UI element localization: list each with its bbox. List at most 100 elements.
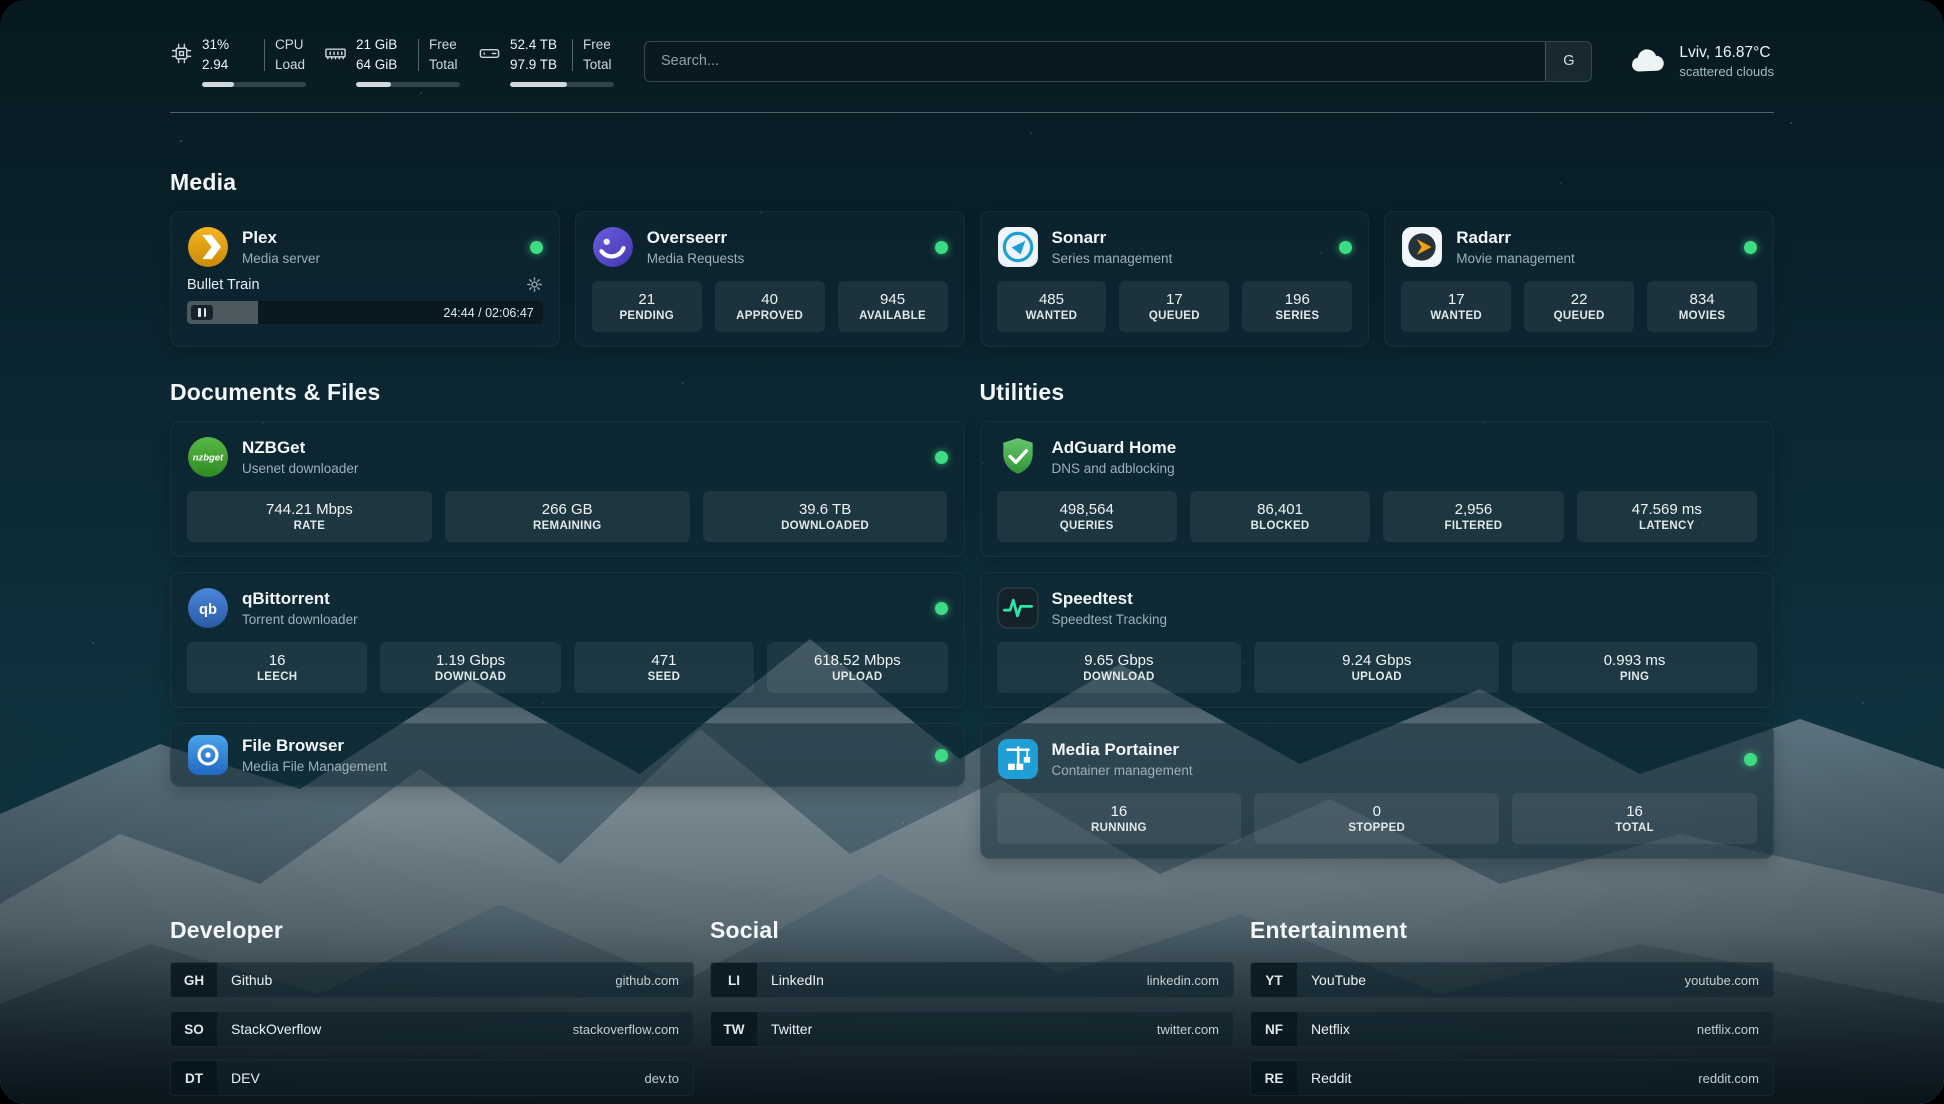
top-bar: 31% 2.94 CPU Load [170, 34, 1774, 88]
app-card-qbittorrent[interactable]: qb qBittorrent Torrent downloader [170, 572, 965, 708]
filebrowser-icon [187, 734, 229, 776]
bookmark-netflix[interactable]: NF Netflix netflix.com [1250, 1011, 1774, 1047]
system-metrics: 31% 2.94 CPU Load [170, 35, 614, 86]
bookmark-name: Netflix [1311, 1021, 1350, 1037]
stat-label: QUERIES [1060, 520, 1114, 532]
search-bar[interactable]: G [644, 41, 1592, 82]
overseerr-icon [592, 226, 634, 268]
stat-upload: 618.52 Mbps UPLOAD [767, 642, 947, 693]
search-input[interactable] [645, 42, 1545, 81]
status-online-dot [935, 602, 948, 615]
bookmark-abbr: YT [1251, 963, 1297, 997]
stat-label: UPLOAD [832, 671, 882, 683]
bookmark-url: github.com [615, 973, 679, 988]
stat-remaining: 266 GB REMAINING [445, 491, 690, 542]
bookmark-abbr: SO [171, 1012, 217, 1046]
app-card-nzbget[interactable]: nzbget NZBGet Usenet downloader 74 [170, 421, 965, 557]
stat-approved: 40 APPROVED [715, 281, 825, 332]
stat-label: LEECH [257, 671, 297, 683]
app-card-sonarr[interactable]: Sonarr Series management 485 WANTED 17 Q… [980, 211, 1370, 347]
bookmark-name: DEV [231, 1070, 260, 1086]
cpu-usage-bar-fill [202, 82, 234, 87]
stat-value: 16 [269, 652, 286, 669]
search-engine-button[interactable]: G [1545, 42, 1591, 81]
app-desc: Media File Management [242, 759, 387, 774]
bookmarks-section: Developer GH Github github.com SO StackO… [170, 917, 1774, 1104]
bookmark-name: Reddit [1311, 1070, 1351, 1086]
app-card-adguard[interactable]: AdGuard Home DNS and adblocking 498,564 … [980, 421, 1775, 557]
media-card-grid: Plex Media server Bullet Train [170, 211, 1774, 347]
app-name: Radarr [1456, 228, 1575, 248]
settings-gear-icon[interactable] [526, 276, 543, 293]
bookmark-github[interactable]: GH Github github.com [170, 962, 694, 998]
bookmark-name: StackOverflow [231, 1021, 321, 1037]
app-card-speedtest[interactable]: Speedtest Speedtest Tracking 9.65 Gbps D… [980, 572, 1775, 708]
status-online-dot [1744, 241, 1757, 254]
stat-value: 39.6 TB [799, 501, 851, 518]
bookmark-youtube[interactable]: YT YouTube youtube.com [1250, 962, 1774, 998]
app-card-radarr[interactable]: Radarr Movie management 17 WANTED 22 QUE… [1384, 211, 1774, 347]
app-desc: Torrent downloader [242, 612, 358, 627]
weather-widget[interactable]: Lviv, 16.87°C scattered clouds [1628, 44, 1774, 79]
stat-upload: 9.24 Gbps UPLOAD [1254, 642, 1499, 693]
stat-label: RATE [294, 520, 326, 532]
stat-label: WANTED [1430, 310, 1482, 322]
app-card-filebrowser[interactable]: File Browser Media File Management [170, 723, 965, 787]
stat-label: MOVIES [1679, 310, 1726, 322]
status-online-dot [1339, 241, 1352, 254]
stat-value: 17 [1448, 291, 1465, 308]
stat-label: QUEUED [1554, 310, 1605, 322]
section-title-entertainment: Entertainment [1250, 917, 1774, 944]
app-name: Plex [242, 228, 320, 248]
memory-free-value: 21 GiB [356, 35, 408, 55]
metric-divider [264, 39, 265, 71]
bookmark-group-entertainment: Entertainment YT YouTube youtube.com NF … [1250, 917, 1774, 1096]
app-name: NZBGet [242, 438, 358, 458]
bookmark-stackoverflow[interactable]: SO StackOverflow stackoverflow.com [170, 1011, 694, 1047]
disk-free-value: 52.4 TB [510, 35, 562, 55]
stat-value: 618.52 Mbps [814, 652, 901, 669]
bookmark-name: Twitter [771, 1021, 812, 1037]
stat-queued: 17 QUEUED [1119, 281, 1229, 332]
bookmark-group-social: Social LI LinkedIn linkedin.com TW Twitt… [710, 917, 1234, 1096]
memory-metric: 21 GiB 64 GiB Free Total [324, 35, 460, 86]
stat-total: 16 TOTAL [1512, 793, 1757, 844]
app-card-portainer[interactable]: Media Portainer Container management 16 … [980, 723, 1775, 859]
playback-progress-bar[interactable]: 24:44 / 02:06:47 [187, 301, 543, 324]
pause-button[interactable] [191, 305, 213, 320]
stat-seed: 471 SEED [574, 642, 754, 693]
bookmark-linkedin[interactable]: LI LinkedIn linkedin.com [710, 962, 1234, 998]
stat-value: 485 [1039, 291, 1064, 308]
cpu-load-label: Load [275, 55, 305, 75]
memory-icon [324, 42, 347, 65]
nzbget-wordmark: nzbget [193, 453, 224, 464]
cpu-label: CPU [275, 35, 305, 55]
stat-wanted: 17 WANTED [1401, 281, 1511, 332]
stat-label: WANTED [1026, 310, 1078, 322]
bookmark-url: netflix.com [1697, 1022, 1759, 1037]
sonarr-icon [997, 226, 1039, 268]
app-card-overseerr[interactable]: Overseerr Media Requests 21 PENDING 40 A… [575, 211, 965, 347]
app-name: Sonarr [1052, 228, 1173, 248]
stat-label: APPROVED [736, 310, 803, 322]
stat-value: 17 [1166, 291, 1183, 308]
stat-label: STOPPED [1348, 822, 1405, 834]
stat-download: 1.19 Gbps DOWNLOAD [380, 642, 560, 693]
stat-label: REMAINING [533, 520, 602, 532]
cpu-chip-icon [170, 42, 193, 65]
bookmark-reddit[interactable]: RE Reddit reddit.com [1250, 1060, 1774, 1096]
stat-label: AVAILABLE [859, 310, 926, 322]
app-card-plex[interactable]: Plex Media server Bullet Train [170, 211, 560, 347]
dashboard-screen: 31% 2.94 CPU Load [0, 0, 1944, 1104]
bookmark-abbr: DT [171, 1061, 217, 1095]
bookmark-abbr: TW [711, 1012, 757, 1046]
bookmark-abbr: RE [1251, 1061, 1297, 1095]
memory-free-label: Free [429, 35, 458, 55]
bookmark-twitter[interactable]: TW Twitter twitter.com [710, 1011, 1234, 1047]
bookmark-dev[interactable]: DT DEV dev.to [170, 1060, 694, 1096]
app-name: qBittorrent [242, 589, 358, 609]
speedtest-icon [997, 587, 1039, 629]
bookmark-url: stackoverflow.com [573, 1022, 679, 1037]
stat-pending: 21 PENDING [592, 281, 702, 332]
disk-total-value: 97.9 TB [510, 55, 562, 75]
